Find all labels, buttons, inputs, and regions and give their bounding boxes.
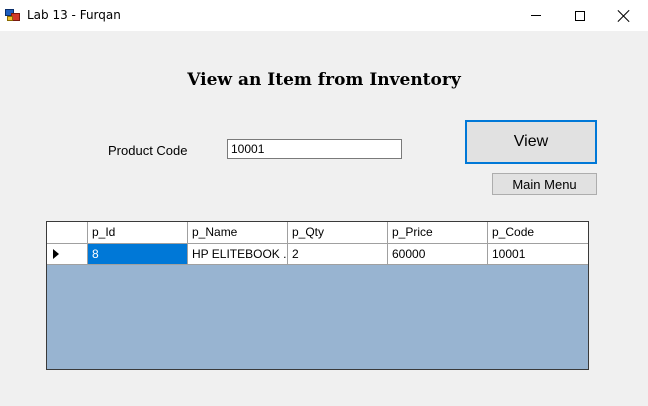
page-heading-text: View an Item from Inventory (187, 70, 461, 90)
inventory-grid[interactable]: p_Id p_Name p_Qty p_Price p_Code 8 HP EL… (46, 221, 589, 370)
product-code-label: Product Code (108, 143, 188, 158)
maximize-icon (575, 10, 585, 21)
grid-header: p_Id p_Name p_Qty p_Price p_Code (47, 222, 588, 243)
cell-p-price[interactable]: 60000 (388, 244, 488, 265)
column-header-p-price[interactable]: p_Price (388, 222, 488, 243)
page-heading: View an Item from Inventory (0, 70, 648, 90)
cell-p-name[interactable]: HP ELITEBOOK ... (188, 244, 288, 265)
cell-p-code[interactable]: 10001 (488, 244, 588, 265)
column-header-p-name[interactable]: p_Name (188, 222, 288, 243)
maximize-button[interactable] (557, 0, 603, 31)
close-icon (618, 10, 630, 22)
window-title: Lab 13 - Furqan (27, 8, 121, 22)
close-button[interactable] (601, 0, 647, 31)
current-row-arrow-icon (53, 249, 59, 259)
cell-p-id[interactable]: 8 (88, 244, 188, 265)
cell-p-qty[interactable]: 2 (288, 244, 388, 265)
table-row[interactable]: 8 HP ELITEBOOK ... 2 60000 10001 (47, 243, 588, 265)
header-corner[interactable] (47, 222, 88, 243)
column-header-p-id[interactable]: p_Id (88, 222, 188, 243)
product-code-input[interactable]: 10001 (227, 139, 402, 159)
column-header-p-code[interactable]: p_Code (488, 222, 588, 243)
column-header-p-qty[interactable]: p_Qty (288, 222, 388, 243)
view-button[interactable]: View (465, 120, 597, 164)
main-menu-button[interactable]: Main Menu (492, 173, 597, 195)
title-bar: Lab 13 - Furqan (0, 0, 648, 31)
minimize-button[interactable] (513, 0, 559, 31)
app-icon[interactable] (5, 9, 20, 22)
minimize-icon (531, 15, 541, 16)
row-header[interactable] (47, 244, 88, 265)
